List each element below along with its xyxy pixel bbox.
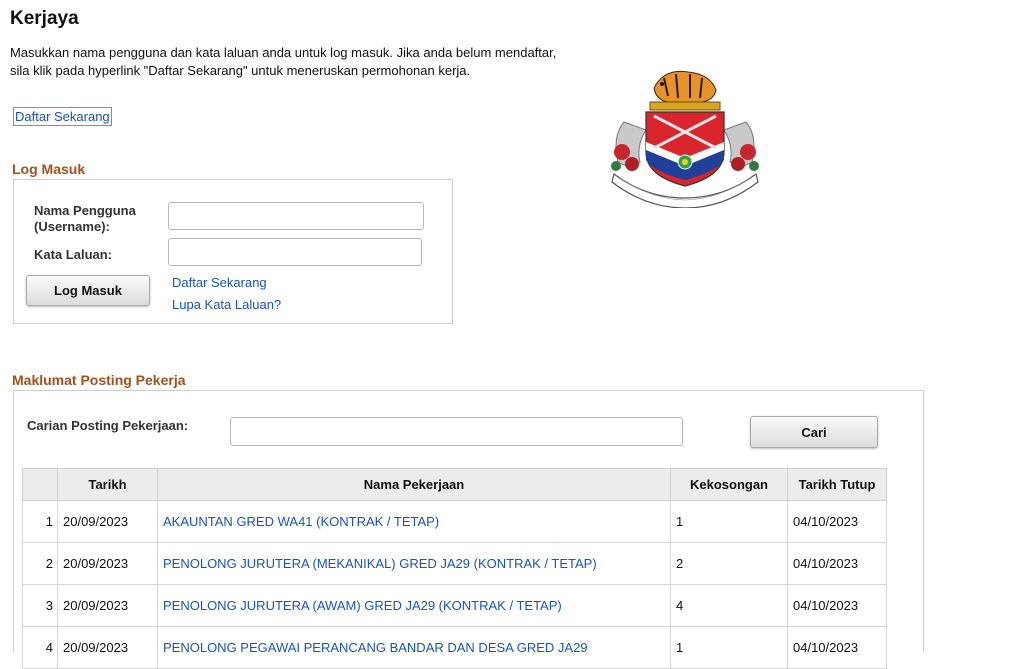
row-closing-date: 04/10/2023 <box>787 500 887 543</box>
row-vacancies: 1 <box>670 626 788 669</box>
row-vacancies: 1 <box>670 500 788 543</box>
row-number: 2 <box>22 542 58 585</box>
table-header-row: Tarikh Nama Pekerjaan Kekosongan Tarikh … <box>22 468 887 501</box>
job-postings-table: Tarikh Nama Pekerjaan Kekosongan Tarikh … <box>22 468 887 669</box>
col-no-header <box>22 468 58 501</box>
intro-text: Masukkan nama pengguna dan kata laluan a… <box>10 45 557 78</box>
search-input[interactable] <box>230 417 683 446</box>
table-row: 4 20/09/2023 PENOLONG PEGAWAI PERANCANG … <box>22 626 887 669</box>
page-title: Kerjaya <box>10 8 79 29</box>
row-number: 3 <box>22 584 58 627</box>
table-row: 2 20/09/2023 PENOLONG JURUTERA (MEKANIKA… <box>22 542 887 585</box>
row-date: 20/09/2023 <box>57 626 158 669</box>
row-closing-date: 04/10/2023 <box>787 626 887 669</box>
password-label: Kata Laluan: <box>34 247 113 262</box>
col-job-header: Nama Pekerjaan <box>157 468 671 501</box>
username-label: Nama Pengguna (Username): <box>34 203 136 234</box>
job-title-link[interactable]: PENOLONG JURUTERA (MEKANIKAL) GRED JA29 … <box>157 542 671 585</box>
search-label: Carian Posting Pekerjaan: <box>27 418 189 433</box>
postings-heading: Maklumat Posting Pekerja <box>12 372 186 388</box>
table-row: 1 20/09/2023 AKAUNTAN GRED WA41 (KONTRAK… <box>22 500 887 543</box>
forgot-password-link[interactable]: Lupa Kata Laluan? <box>172 297 281 312</box>
dbkl-crest-logo <box>611 70 759 208</box>
row-date: 20/09/2023 <box>57 500 158 543</box>
row-vacancies: 4 <box>670 584 788 627</box>
job-title-link[interactable]: AKAUNTAN GRED WA41 (KONTRAK / TETAP) <box>157 500 671 543</box>
job-title-link[interactable]: PENOLONG PEGAWAI PERANCANG BANDAR DAN DE… <box>157 626 671 669</box>
row-closing-date: 04/10/2023 <box>787 542 887 585</box>
register-link[interactable]: Daftar Sekarang <box>172 275 267 290</box>
username-input[interactable] <box>168 202 424 230</box>
table-row: 3 20/09/2023 PENOLONG JURUTERA (AWAM) GR… <box>22 584 887 627</box>
row-vacancies: 2 <box>670 542 788 585</box>
col-closing-header: Tarikh Tutup <box>787 468 887 501</box>
search-button[interactable]: Cari <box>750 416 878 448</box>
row-number: 1 <box>22 500 58 543</box>
password-input[interactable] <box>168 238 422 266</box>
row-closing-date: 04/10/2023 <box>787 584 887 627</box>
login-button[interactable]: Log Masuk <box>26 275 150 306</box>
login-heading: Log Masuk <box>12 161 86 177</box>
row-date: 20/09/2023 <box>57 584 158 627</box>
job-title-link[interactable]: PENOLONG JURUTERA (AWAM) GRED JA29 (KONT… <box>157 584 671 627</box>
col-vacancies-header: Kekosongan <box>670 468 788 501</box>
col-date-header: Tarikh <box>57 468 158 501</box>
row-date: 20/09/2023 <box>57 542 158 585</box>
register-link-top[interactable]: Daftar Sekarang <box>13 107 112 126</box>
row-number: 4 <box>22 626 58 669</box>
